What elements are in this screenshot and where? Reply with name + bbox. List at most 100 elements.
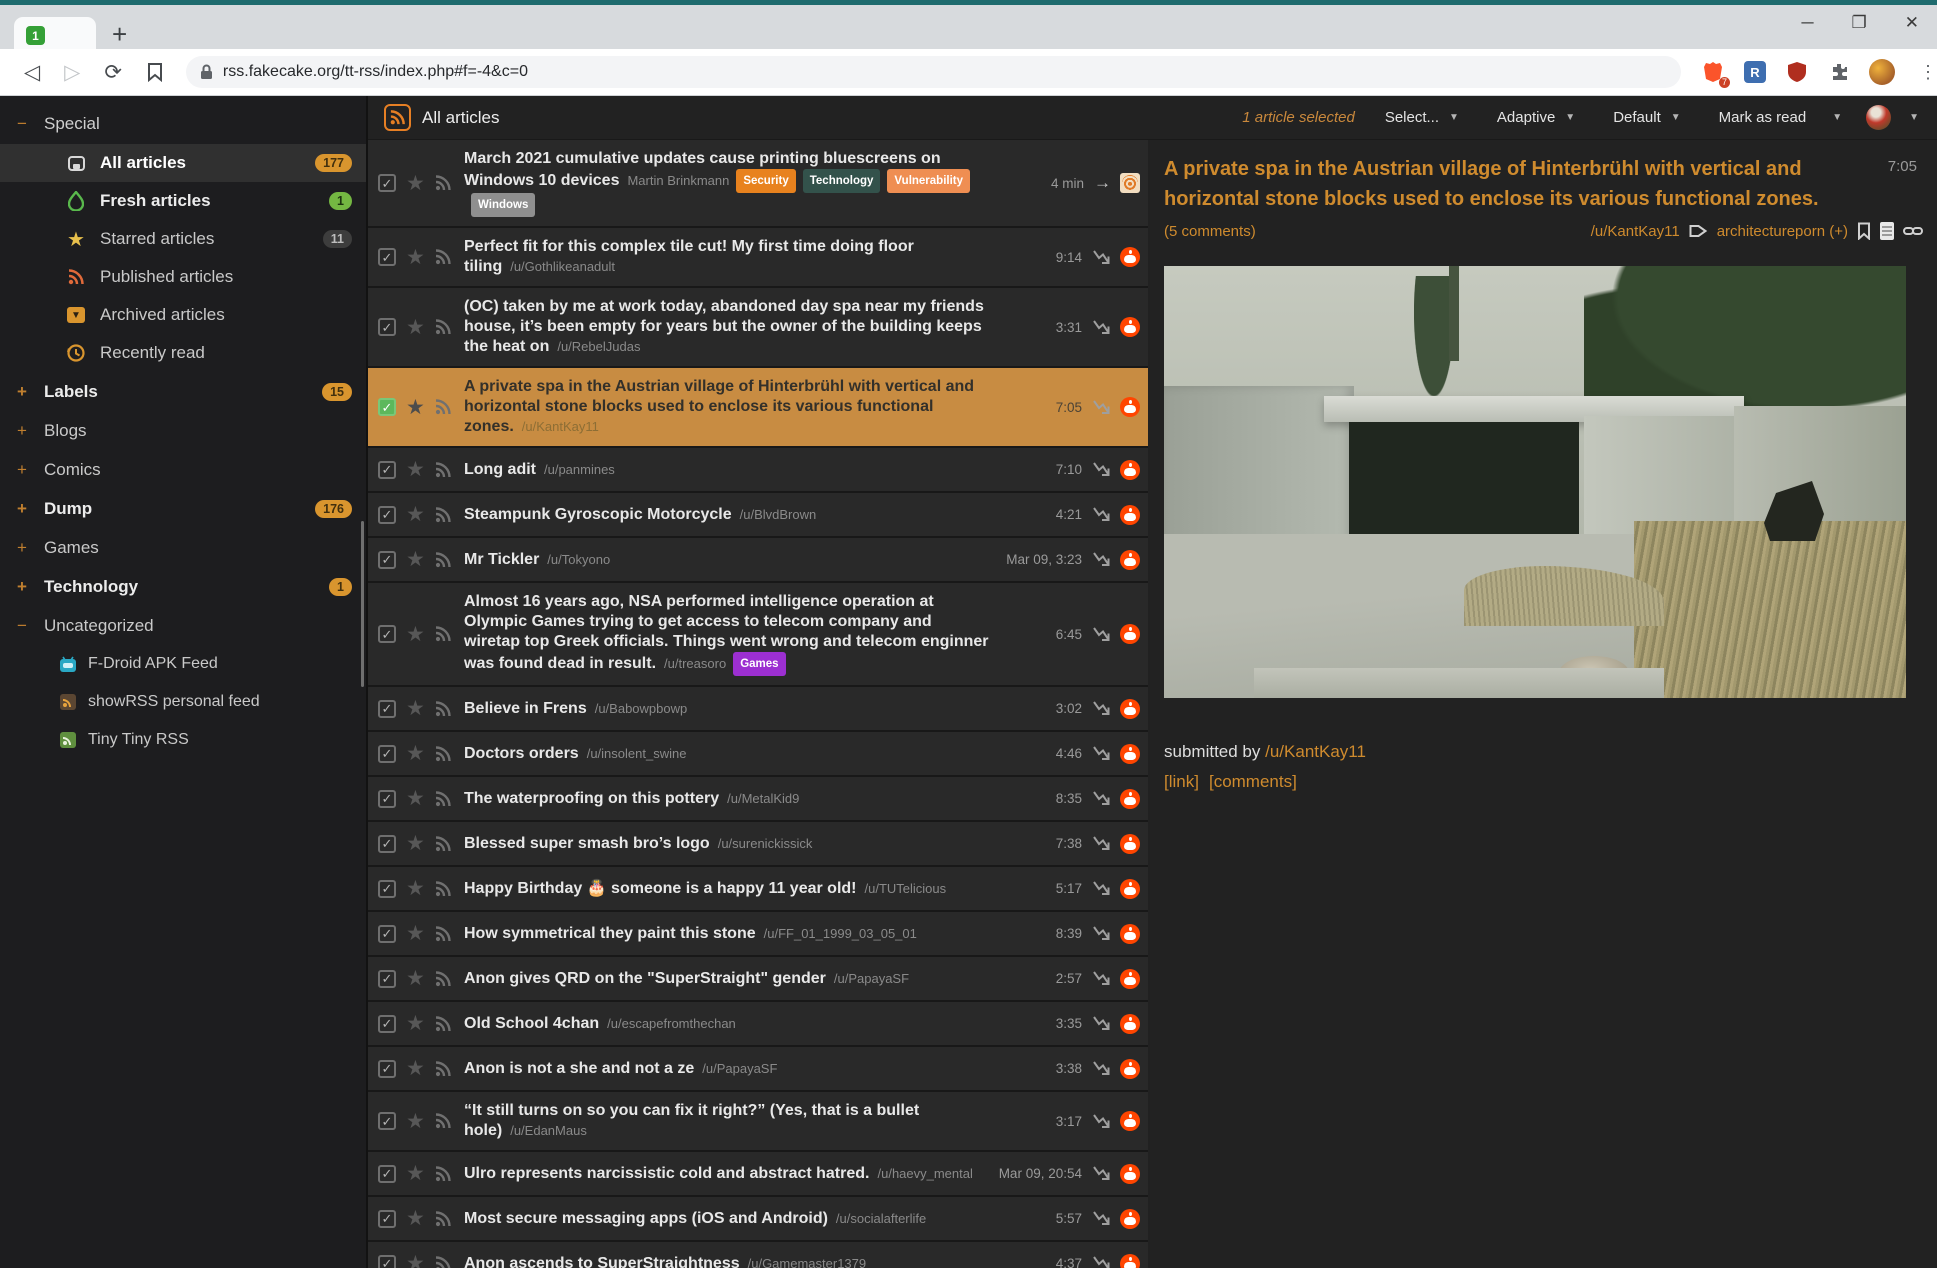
headline-author[interactable]: /u/panmines xyxy=(544,462,615,477)
row-checkbox[interactable]: ✓ xyxy=(378,1060,396,1078)
headline-author[interactable]: /u/FF_01_1999_03_05_01 xyxy=(764,926,917,941)
row-checkbox[interactable]: ✓ xyxy=(378,461,396,479)
headline-author[interactable]: /u/RebelJudas xyxy=(557,339,640,354)
sidebar-feed-tiny-tiny-rss[interactable]: Tiny Tiny RSS xyxy=(0,721,366,759)
row-checkbox[interactable]: ✓ xyxy=(378,1210,396,1228)
headline-title[interactable]: The waterproofing on this pottery xyxy=(464,790,719,807)
row-checkbox[interactable]: ✓ xyxy=(378,1165,396,1183)
star-icon[interactable]: ★ xyxy=(406,831,425,856)
maximize-button[interactable]: ❐ xyxy=(1852,13,1867,33)
expand-icon[interactable]: + xyxy=(17,382,44,402)
row-checkbox[interactable]: ✓ xyxy=(378,790,396,808)
open-external-icon[interactable] xyxy=(1092,1015,1111,1032)
open-external-icon[interactable] xyxy=(1092,319,1111,336)
sidebar-item-recently-read[interactable]: Recently read xyxy=(0,334,366,372)
star-icon[interactable]: ★ xyxy=(406,171,425,196)
open-external-icon[interactable] xyxy=(1092,399,1111,416)
row-checkbox[interactable]: ✓ xyxy=(378,248,396,266)
headline-title[interactable]: Steampunk Gyroscopic Motorcycle xyxy=(464,506,732,523)
row-checkbox[interactable]: ✓ xyxy=(378,880,396,898)
open-external-icon[interactable] xyxy=(1092,551,1111,568)
headline-author[interactable]: /u/MetalKid9 xyxy=(727,791,799,806)
article-tag[interactable]: Windows xyxy=(471,193,535,217)
open-external-icon[interactable] xyxy=(1092,1255,1111,1268)
back-icon[interactable]: ◁ xyxy=(24,60,40,85)
star-icon[interactable]: ★ xyxy=(406,245,425,270)
profile-avatar[interactable] xyxy=(1869,59,1895,85)
star-icon[interactable]: ★ xyxy=(406,1109,425,1134)
close-button[interactable]: ✕ xyxy=(1905,13,1919,33)
headline-row[interactable]: ✓ ★ How symmetrical they paint this ston… xyxy=(368,912,1148,957)
headline-row[interactable]: ✓ ★ The waterproofing on this pottery/u/… xyxy=(368,777,1148,822)
headline-row[interactable]: ✓ ★ Old School 4chan/u/escapefromthechan… xyxy=(368,1002,1148,1047)
browser-menu-icon[interactable]: ⋮ xyxy=(1919,62,1937,83)
headline-author[interactable]: /u/PapayaSF xyxy=(702,1061,777,1076)
row-checkbox[interactable]: ✓ xyxy=(378,1112,396,1130)
star-icon[interactable]: ★ xyxy=(406,315,425,340)
row-checkbox[interactable]: ✓ xyxy=(378,1255,396,1268)
open-external-icon[interactable] xyxy=(1092,461,1111,478)
headline-author[interactable]: /u/surenickissick xyxy=(718,836,813,851)
sidebar-feed-showrss-personal-feed[interactable]: showRSS personal feed xyxy=(0,683,366,721)
star-icon[interactable]: ★ xyxy=(406,502,425,527)
sidebar-category-dump[interactable]: + Dump 176 xyxy=(0,489,366,528)
article-comments-link[interactable]: [comments] xyxy=(1209,772,1297,792)
headline-author[interactable]: /u/Gothlikeanadult xyxy=(510,259,615,274)
headline-row[interactable]: ✓ ★ Doctors orders/u/insolent_swine 4:46… xyxy=(368,732,1148,777)
star-icon[interactable]: ★ xyxy=(406,876,425,901)
sidebar-item-archived-articles[interactable]: ▼ Archived articles xyxy=(0,296,366,334)
star-icon[interactable]: ★ xyxy=(406,457,425,482)
row-checkbox[interactable]: ✓ xyxy=(378,174,396,192)
sidebar-item-all-articles[interactable]: All articles 177 xyxy=(0,144,366,182)
sidebar-category-blogs[interactable]: + Blogs xyxy=(0,411,366,450)
headline-row[interactable]: ✓ ★ Anon gives QRD on the "SuperStraight… xyxy=(368,957,1148,1002)
headline-row[interactable]: ✓ ★ Believe in Frens/u/Babowpbowp 3:02 → xyxy=(368,687,1148,732)
row-checkbox[interactable]: ✓ xyxy=(378,318,396,336)
headline-row[interactable]: ✓ ★ (OC) taken by me at work today, aban… xyxy=(368,288,1148,368)
expand-icon[interactable]: + xyxy=(17,499,44,519)
headline-author[interactable]: /u/Tokyono xyxy=(547,552,610,567)
share-link-icon[interactable] xyxy=(1903,224,1923,238)
headline-author[interactable]: /u/PapayaSF xyxy=(834,971,909,986)
headline-row[interactable]: ✓ ★ Anon ascends to SuperStraightness/u/… xyxy=(368,1242,1148,1268)
view-mode-dropdown[interactable]: Adaptive▼ xyxy=(1497,109,1575,126)
article-tag[interactable]: Vulnerability xyxy=(887,169,970,193)
headline-row[interactable]: ✓ ★ Happy Birthday 🎂 someone is a happy … xyxy=(368,867,1148,912)
sidebar-category-comics[interactable]: + Comics xyxy=(0,450,366,489)
star-icon[interactable]: ★ xyxy=(406,1161,425,1186)
row-checkbox[interactable]: ✓ xyxy=(378,925,396,943)
bookmark-icon[interactable] xyxy=(146,62,164,82)
expand-icon[interactable]: + xyxy=(17,421,44,441)
open-external-icon[interactable] xyxy=(1092,835,1111,852)
submitted-author-link[interactable]: /u/KantKay11 xyxy=(1265,742,1366,761)
sidebar-item-published-articles[interactable]: Published articles xyxy=(0,258,366,296)
headline-title[interactable]: Mr Tickler xyxy=(464,551,539,568)
reload-icon[interactable]: ⟳ xyxy=(104,60,122,85)
headline-row[interactable]: ✓ ★ Mr Tickler/u/Tokyono Mar 09, 3:23 → xyxy=(368,538,1148,583)
open-external-icon[interactable] xyxy=(1092,626,1111,643)
open-external-icon[interactable] xyxy=(1092,925,1111,942)
open-external-icon[interactable] xyxy=(1092,1210,1111,1227)
headline-author[interactable]: /u/TUTelicious xyxy=(864,881,946,896)
sidebar-item-starred-articles[interactable]: ★ Starred articles 11 xyxy=(0,220,366,258)
ublock-extension-icon[interactable] xyxy=(1785,60,1809,84)
row-checkbox[interactable]: ✓ xyxy=(378,551,396,569)
article-tag[interactable]: Technology xyxy=(803,169,881,193)
open-external-icon[interactable] xyxy=(1092,1060,1111,1077)
article-image[interactable] xyxy=(1164,266,1906,698)
article-tag[interactable]: Security xyxy=(736,169,795,193)
chevron-down-icon[interactable]: ▼ xyxy=(1909,112,1919,123)
headline-author[interactable]: Martin Brinkmann xyxy=(627,173,729,188)
arrow-icon[interactable]: → xyxy=(1094,173,1111,193)
row-checkbox[interactable]: ✓ xyxy=(378,970,396,988)
actions-menu-icon[interactable] xyxy=(1866,105,1891,130)
open-external-icon[interactable] xyxy=(1092,970,1111,987)
forward-icon[interactable]: ▷ xyxy=(64,60,80,85)
headline-title[interactable]: Most secure messaging apps (iOS and Andr… xyxy=(464,1210,828,1227)
expand-icon[interactable]: − xyxy=(17,616,44,636)
row-checkbox[interactable]: ✓ xyxy=(378,700,396,718)
row-checkbox[interactable]: ✓ xyxy=(378,1015,396,1033)
open-external-icon[interactable] xyxy=(1092,790,1111,807)
headline-title[interactable]: Anon is not a she and not a ze xyxy=(464,1060,694,1077)
row-checkbox[interactable]: ✓ xyxy=(378,625,396,643)
